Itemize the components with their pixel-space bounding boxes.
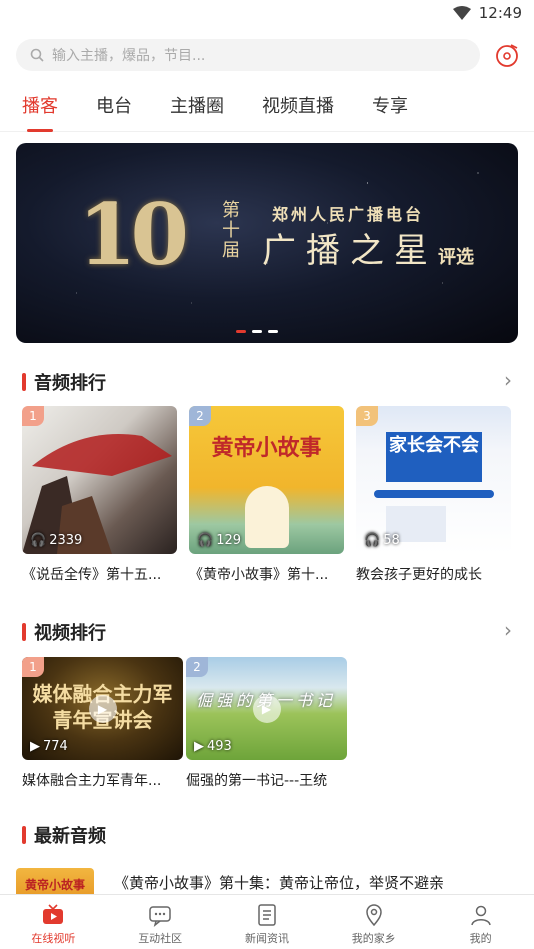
- video-card[interactable]: 媒体融合主力军青年宣讲会 ▶ 1 ▶774 媒体融合主力军青年...: [22, 657, 183, 790]
- location-icon: [366, 904, 382, 927]
- tabbar-mine[interactable]: 我的: [427, 895, 534, 949]
- audio-card[interactable]: 1 🎧 2339 《说岳全传》第十五...: [22, 406, 177, 584]
- card-title: 媒体融合主力军青年...: [22, 773, 162, 789]
- play-tv-icon: [43, 904, 64, 924]
- card-title: 《黄帝小故事》第十...: [189, 567, 329, 583]
- section-newest-audio: 最新音频: [22, 822, 106, 848]
- audio-card[interactable]: 黄帝小故事 2 🎧 129 《黄帝小故事》第十...: [189, 406, 344, 584]
- chat-icon: [149, 906, 171, 927]
- banner-number: 10: [78, 185, 189, 284]
- wifi-icon: [452, 6, 471, 20]
- rank-badge: 1: [22, 406, 44, 426]
- status-time: 12:49: [478, 4, 522, 22]
- tab-live-video[interactable]: 视频直播: [262, 92, 334, 132]
- chevron-right-icon[interactable]: ›: [504, 618, 512, 642]
- user-icon: [470, 905, 491, 926]
- bottom-tab-bar: 在线视听 互动社区 新闻资讯 我的家乡 我的: [0, 894, 534, 949]
- banner-select: 评选: [438, 247, 474, 268]
- thumb-title: 黄帝小故事: [211, 436, 322, 461]
- card-title: 教会孩子更好的成长: [356, 567, 482, 583]
- warrior-illustration: [22, 434, 172, 554]
- rank-badge: 2: [189, 406, 211, 426]
- search-row: 输入主播，爆品，节目...: [16, 38, 520, 72]
- headphone-icon: 🎧: [197, 533, 214, 548]
- headphone-icon: 🎧: [30, 533, 47, 548]
- status-bar: 12:49: [0, 0, 534, 30]
- banner-main-title: 广播之星: [262, 231, 438, 271]
- tabbar-online-av[interactable]: 在线视听: [0, 895, 107, 949]
- audio-thumb: 家长会不会 3 🎧 58: [356, 406, 511, 554]
- record-disc-icon[interactable]: [494, 42, 520, 68]
- carousel-dot: [252, 330, 262, 333]
- rank-badge: 3: [356, 406, 378, 426]
- search-icon: [30, 48, 44, 62]
- search-placeholder: 输入主播，爆品，节目...: [52, 48, 206, 64]
- tab-anchor-circle[interactable]: 主播圈: [170, 92, 224, 132]
- thumb-title: 家长会不会: [386, 432, 482, 482]
- headphone-icon: 🎧: [364, 533, 381, 548]
- tabbar-community[interactable]: 互动社区: [107, 895, 214, 949]
- card-title: 倔强的第一书记---王统: [186, 773, 328, 789]
- section-title: 最新音频: [34, 826, 106, 847]
- audio-thumb: 1 🎧 2339: [22, 406, 177, 554]
- play-small-icon: ▶: [194, 739, 204, 754]
- section-title: 视频排行: [34, 623, 106, 644]
- top-tabs: 播客 电台 主播圈 视频直播 专享: [0, 92, 534, 132]
- carousel-dot: [268, 330, 278, 333]
- play-icon[interactable]: ▶: [88, 694, 117, 723]
- audio-thumb: 黄帝小故事 2 🎧 129: [189, 406, 344, 554]
- carousel-indicator: [236, 330, 278, 333]
- play-count: ▶ 493: [194, 739, 232, 754]
- rank-badge: 2: [186, 657, 208, 677]
- chevron-right-icon[interactable]: ›: [504, 368, 512, 392]
- video-thumb: 倔强的第一书记 ▶ 2 ▶493: [186, 657, 347, 760]
- tab-podcast[interactable]: 播客: [22, 92, 58, 132]
- video-thumb: 媒体融合主力军青年宣讲会 ▶ 1 ▶774: [22, 657, 183, 760]
- section-video-rank: 视频排行: [22, 619, 106, 645]
- play-count: ▶ 774: [30, 739, 68, 754]
- card-title: 《说岳全传》第十五...: [22, 567, 162, 583]
- tabbar-hometown[interactable]: 我的家乡: [320, 895, 427, 949]
- play-count: 🎧 129: [197, 533, 242, 548]
- tabbar-news[interactable]: 新闻资讯: [214, 895, 321, 949]
- audio-card[interactable]: 家长会不会 3 🎧 58 教会孩子更好的成长: [356, 406, 511, 584]
- tab-exclusive[interactable]: 专享: [372, 92, 408, 132]
- section-audio-rank: 音频排行: [22, 369, 106, 395]
- rank-badge: 1: [22, 657, 44, 677]
- play-count: 🎧 58: [364, 533, 400, 548]
- banner-carousel[interactable]: 10 第十届 郑州人民广播电台 广播之星 评选: [16, 143, 518, 343]
- carousel-dot: [236, 330, 246, 333]
- play-count: 🎧 2339: [30, 533, 83, 548]
- list-item-title: 《黄帝小故事》第十集：黄帝让帝位，举贤不避亲: [114, 874, 445, 892]
- tab-radio[interactable]: 电台: [96, 92, 132, 132]
- video-card[interactable]: 倔强的第一书记 ▶ 2 ▶493 倔强的第一书记---王统: [186, 657, 347, 790]
- search-input[interactable]: 输入主播，爆品，节目...: [16, 39, 480, 71]
- section-title: 音频排行: [34, 373, 106, 394]
- news-icon: [258, 904, 276, 926]
- banner-edition: 第十届: [222, 200, 240, 261]
- banner-org: 郑州人民广播电台: [272, 205, 425, 224]
- play-small-icon: ▶: [30, 739, 40, 754]
- play-icon[interactable]: ▶: [252, 694, 281, 723]
